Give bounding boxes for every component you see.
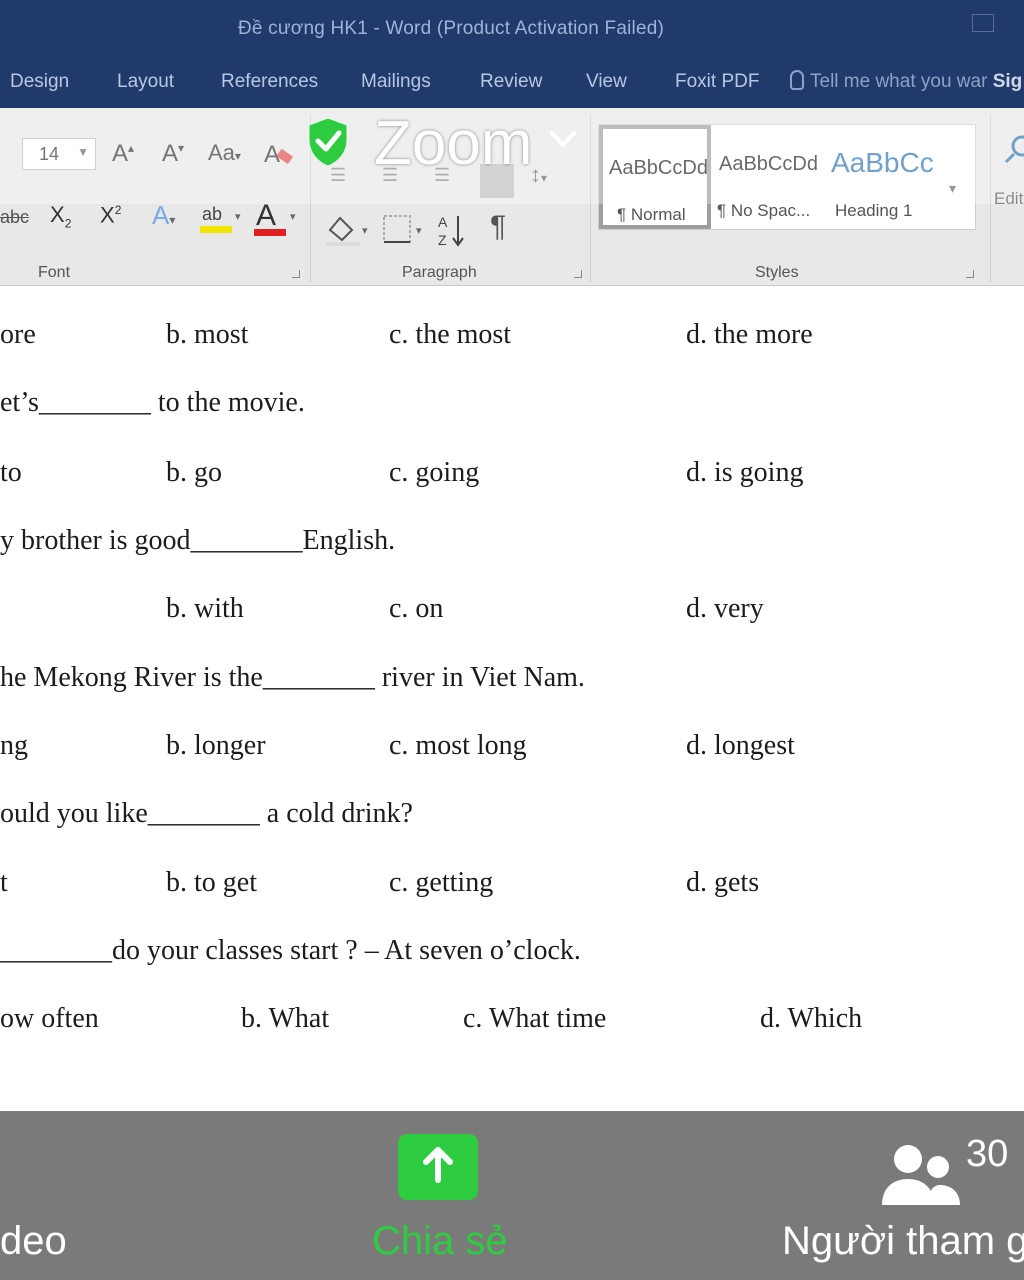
lightbulb-icon	[790, 70, 804, 90]
option-text: d. the more	[686, 319, 813, 350]
tell-me-search[interactable]: Tell me what you war Sig	[790, 70, 1022, 93]
tab-foxit-pdf[interactable]: Foxit PDF	[675, 71, 759, 93]
option-text: to	[0, 457, 22, 488]
shield-check-icon[interactable]	[306, 116, 350, 168]
option-text: d. Which	[760, 1003, 863, 1034]
zoom-meeting-title[interactable]: Zoom	[374, 108, 532, 179]
video-button-label[interactable]: deo	[0, 1219, 67, 1264]
question-text: ________do your classes start ? – At sev…	[0, 935, 581, 966]
strikethrough-icon[interactable]: abc	[0, 208, 29, 226]
tab-view[interactable]: View	[586, 71, 627, 93]
subscript-icon[interactable]: X2	[50, 203, 71, 229]
option-text: b. to get	[166, 867, 257, 898]
text-effects-icon[interactable]: A▾	[152, 202, 175, 228]
style-name: ¶ No Spac...	[717, 201, 811, 220]
tab-mailings[interactable]: Mailings	[361, 71, 431, 93]
share-button-label[interactable]: Chia sẻ	[372, 1219, 508, 1264]
ribbon-display-options-icon[interactable]	[972, 14, 994, 32]
chevron-down-icon[interactable]	[548, 124, 578, 154]
question-text: et’s________ to the movie.	[0, 387, 305, 418]
question-text: ould you like________ a cold drink?	[0, 798, 413, 829]
option-text: ow often	[0, 1003, 99, 1034]
title-bar: Đề cương HK1 - Word (Product Activation …	[0, 0, 1024, 58]
font-group-label: Font	[38, 264, 71, 281]
svg-text:A: A	[438, 214, 448, 230]
option-text: d. longest	[686, 730, 795, 761]
option-text: c. getting	[389, 867, 494, 898]
show-formatting-marks-icon[interactable]: ¶	[490, 212, 506, 242]
option-text: b. What	[241, 1003, 330, 1034]
option-text: c. going	[389, 457, 480, 488]
paragraph-group-label: Paragraph	[402, 264, 477, 281]
option-text: c. on	[389, 593, 444, 624]
option-text: b. go	[166, 457, 222, 488]
option-text: d. very	[686, 593, 764, 624]
option-text: d. gets	[686, 867, 760, 898]
window-title: Đề cương HK1 - Word (Product Activation …	[238, 18, 664, 39]
styles-dialog-launcher-icon[interactable]	[966, 270, 974, 278]
option-text: c. most long	[389, 730, 527, 761]
tab-layout[interactable]: Layout	[117, 71, 174, 93]
option-text: c. the most	[389, 319, 512, 350]
font-color-icon[interactable]: A ▾	[254, 198, 300, 243]
tab-design[interactable]: Design	[10, 71, 69, 93]
option-text: ng	[0, 730, 28, 761]
svg-text:▾: ▾	[416, 225, 422, 237]
meeting-toolbar: deo Chia sẻ 30 Người tham g	[0, 1111, 1024, 1280]
option-text: t	[0, 867, 8, 898]
highlight-color-icon[interactable]: ab ▾	[200, 200, 244, 241]
paragraph-dialog-launcher-icon[interactable]	[574, 270, 582, 278]
document-page: ore b. most c. the most d. the more et’s…	[0, 287, 1024, 1111]
superscript-icon[interactable]: X2	[100, 204, 121, 226]
ribbon-tabs: Design Layout References Mailings Review…	[0, 58, 1024, 108]
style-name: ¶ Normal	[617, 205, 686, 224]
option-text: b. longer	[166, 730, 266, 761]
sign-in-link[interactable]: Sig	[993, 71, 1023, 92]
svg-text:▾: ▾	[235, 211, 241, 223]
shading-icon[interactable]: ▾	[324, 212, 370, 253]
sort-icon[interactable]: AZ	[438, 212, 468, 253]
option-text: d. is going	[686, 457, 804, 488]
tab-review[interactable]: Review	[480, 71, 542, 93]
borders-icon[interactable]: ▾	[380, 212, 426, 253]
participants-count: 30	[966, 1133, 1009, 1175]
svg-text:▾: ▾	[362, 225, 368, 237]
participants-icon[interactable]	[878, 1143, 964, 1209]
question-text: he Mekong River is the________ river in …	[0, 662, 585, 693]
styles-group-label: Styles	[755, 264, 799, 281]
style-name: Heading 1	[835, 201, 913, 220]
option-text: ore	[0, 319, 36, 350]
svg-text:ab: ab	[202, 204, 222, 224]
svg-text:▾: ▾	[290, 211, 296, 223]
tell-me-text: Tell me what you war	[810, 71, 988, 92]
share-screen-button[interactable]	[398, 1134, 478, 1200]
participants-button-label[interactable]: Người tham g	[782, 1219, 1024, 1264]
question-text: y brother is good________English.	[0, 525, 396, 556]
option-text: b. most	[166, 319, 249, 350]
tab-references[interactable]: References	[221, 71, 318, 93]
svg-text:Z: Z	[438, 232, 447, 248]
option-text: c. What time	[463, 1003, 607, 1034]
option-text: b. with	[166, 593, 244, 624]
font-dialog-launcher-icon[interactable]	[292, 270, 300, 278]
arrow-up-icon	[423, 1147, 453, 1183]
